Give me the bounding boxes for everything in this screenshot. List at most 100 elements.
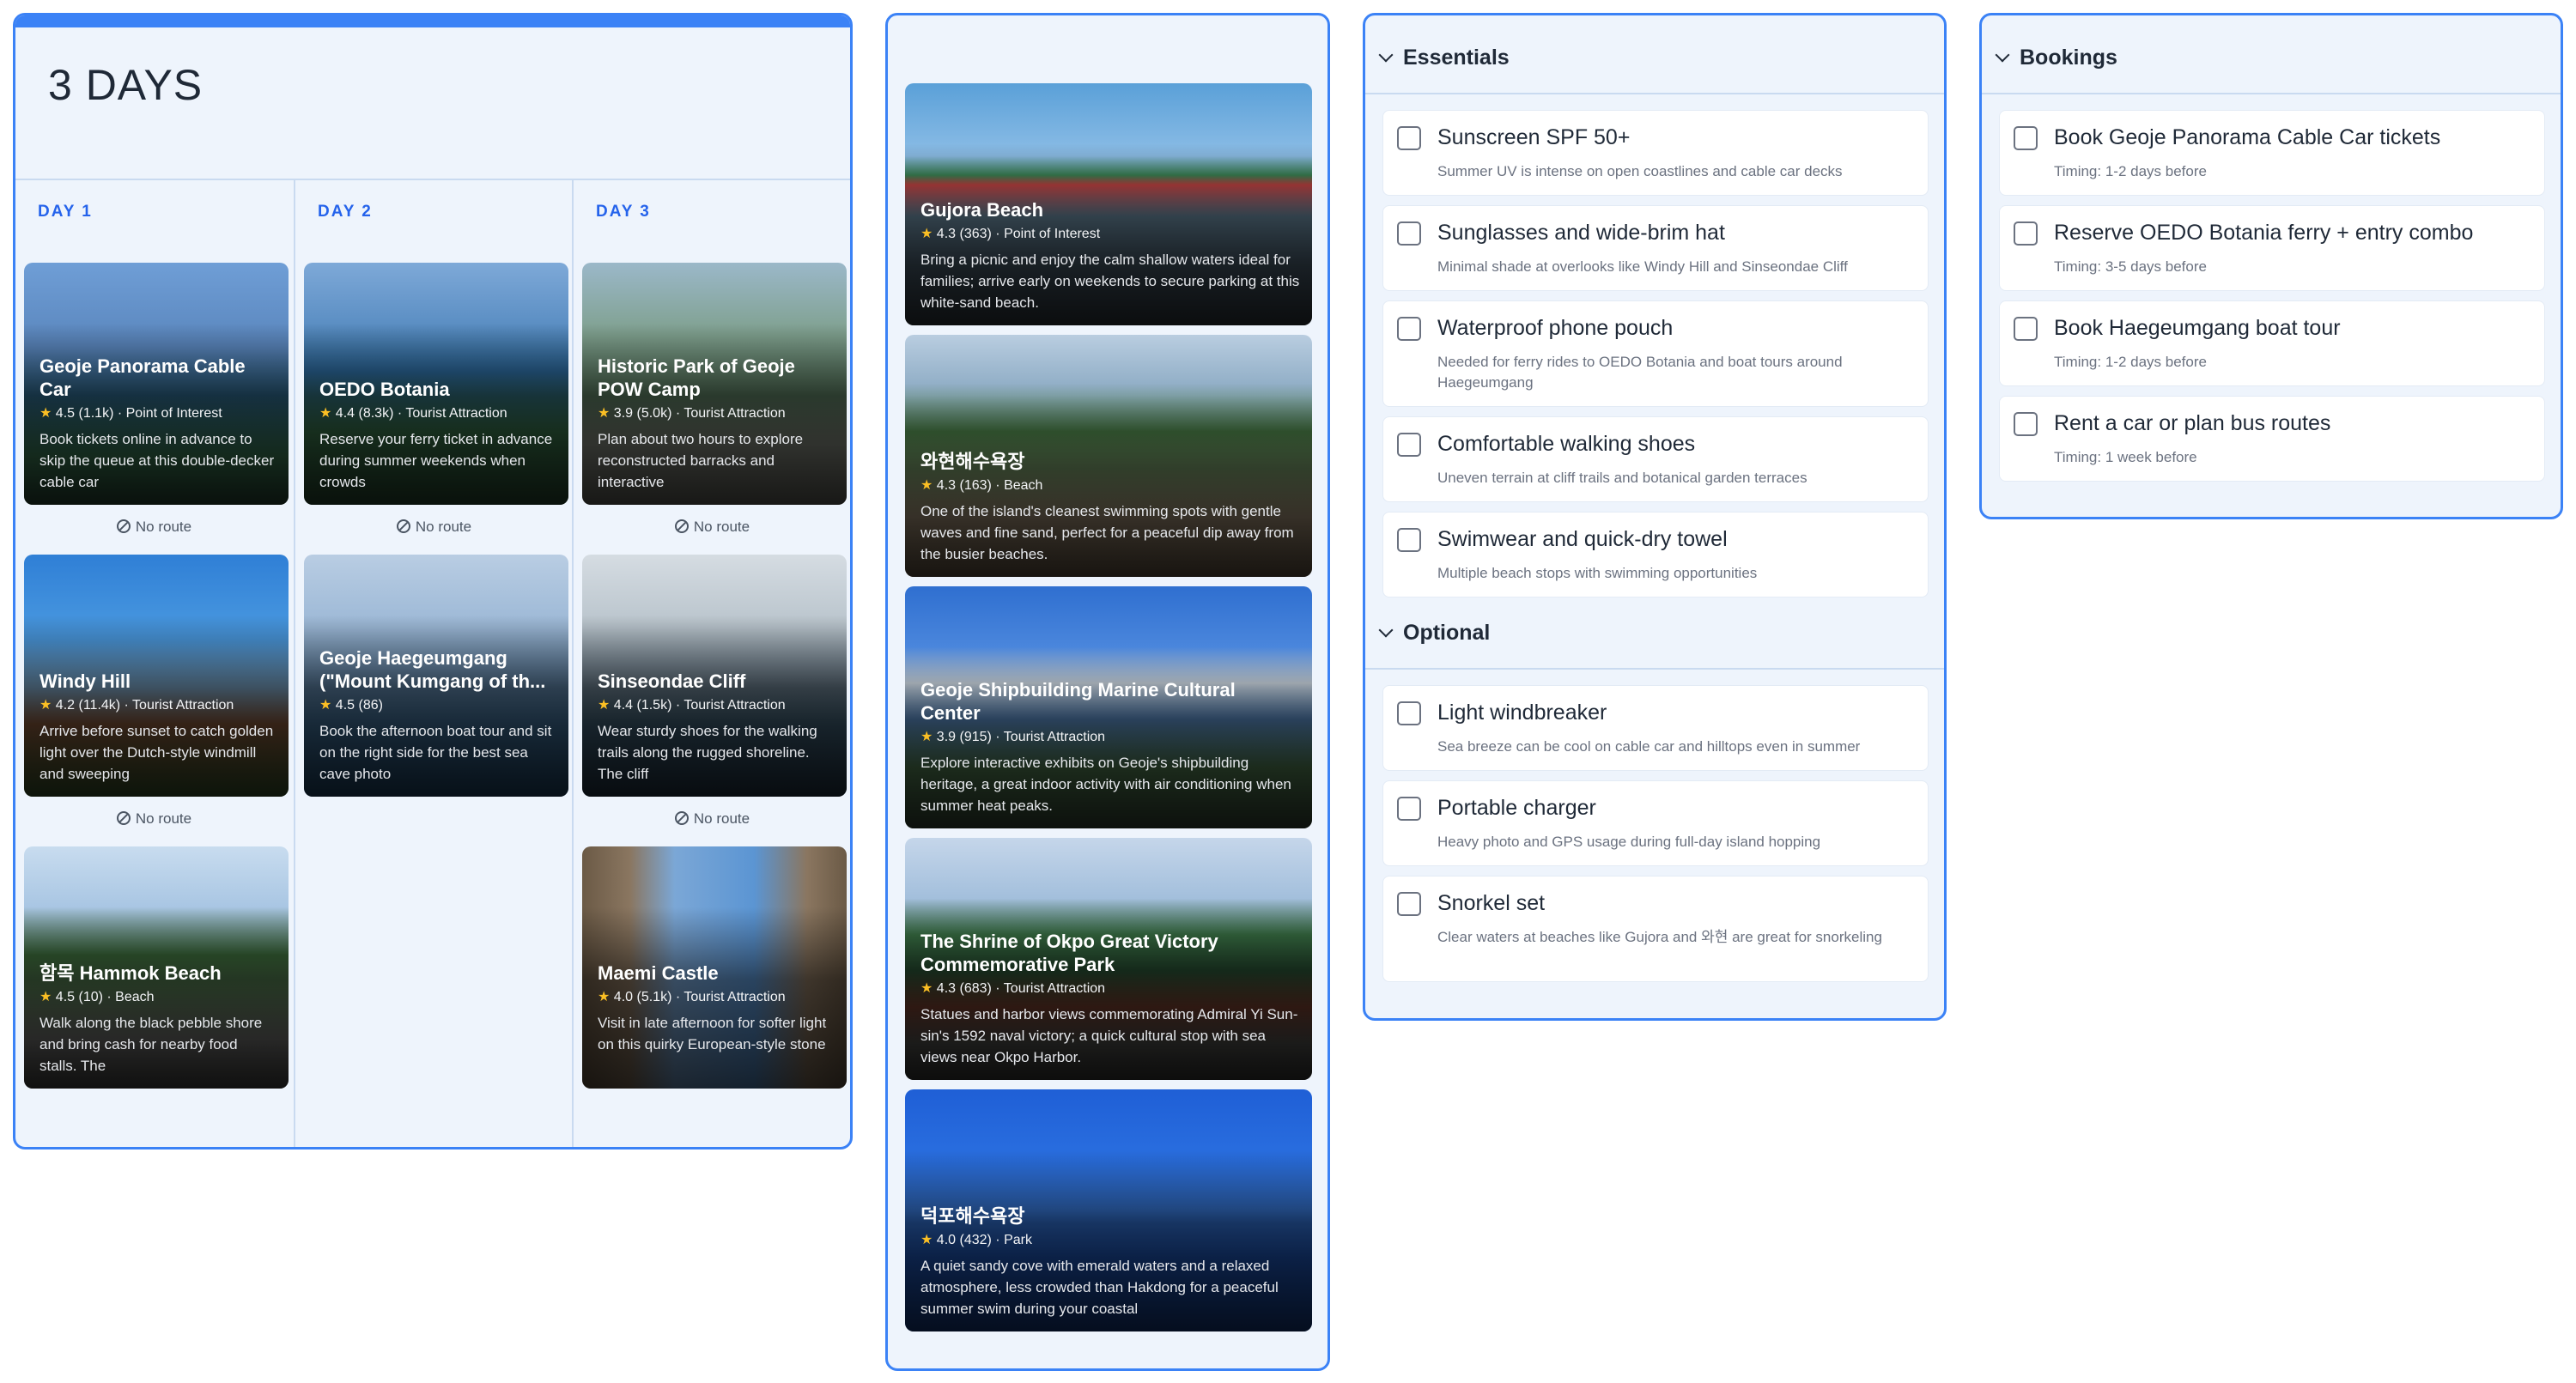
item-title: Light windbreaker	[1437, 701, 1607, 725]
bookings-panel: Bookings Book Geoje Panorama Cable Car t…	[1979, 13, 2563, 519]
suggestion-card-deokpo-beach[interactable]: 덕포해수욕장 ★ 4.0 (432) · Park A quiet sandy …	[905, 1089, 1312, 1331]
checklist-item[interactable]: Snorkel set Clear waters at beaches like…	[1382, 876, 1929, 982]
bookings-section-header[interactable]: Bookings	[1982, 15, 2561, 94]
checkbox[interactable]	[1397, 892, 1421, 916]
route-status[interactable]: No route	[574, 519, 850, 536]
item-title: Snorkel set	[1437, 891, 1546, 915]
checkbox[interactable]	[2014, 126, 2038, 150]
suggestion-card-okpo-shrine[interactable]: The Shrine of Okpo Great Victory Commemo…	[905, 838, 1312, 1080]
checklist-item[interactable]: Portable charger Heavy photo and GPS usa…	[1382, 780, 1929, 866]
optional-section-header[interactable]: Optional	[1365, 591, 1944, 670]
no-route-icon	[674, 519, 689, 533]
section-title: Bookings	[2020, 45, 2117, 70]
item-title: Waterproof phone pouch	[1437, 316, 1674, 340]
place-category: Tourist Attraction	[1003, 730, 1106, 744]
day-column-3: DAY 3 Historic Park of Geoje POW Camp ★ …	[572, 180, 849, 1147]
place-reviews: (86)	[358, 698, 383, 713]
essentials-section-header[interactable]: Essentials	[1365, 15, 1944, 94]
item-note: Uneven terrain at cliff trails and botan…	[1437, 470, 1807, 486]
checklist-item[interactable]: Sunglasses and wide-brim hat Minimal sha…	[1382, 205, 1929, 291]
place-rating: 4.4	[335, 406, 355, 421]
place-description: Explore interactive exhibits on Geoje's …	[920, 755, 1291, 814]
place-rating: 4.3	[936, 227, 957, 241]
place-card-maemi-castle[interactable]: Maemi Castle ★ 4.0 (5.1k) · Tourist Attr…	[582, 846, 847, 1089]
place-card-geoje-panorama-cable-car[interactable]: Geoje Panorama Cable Car ★ 4.5 (1.1k) · …	[24, 263, 289, 505]
place-description: Book tickets online in advance to skip t…	[39, 431, 275, 490]
checkbox[interactable]	[2014, 317, 2038, 341]
checkbox[interactable]	[1397, 797, 1421, 821]
checklist-item[interactable]: Swimwear and quick-dry towel Multiple be…	[1382, 512, 1929, 597]
place-name: OEDO Botania	[319, 379, 450, 400]
place-category: Tourist Attraction	[683, 990, 786, 1004]
place-card-haegeumgang[interactable]: Geoje Haegeumgang ("Mount Kumgang of th.…	[304, 555, 568, 797]
checkbox[interactable]	[1397, 126, 1421, 150]
checkbox[interactable]	[1397, 221, 1421, 246]
place-category: Tourist Attraction	[683, 406, 786, 421]
no-route-icon	[674, 811, 689, 825]
booking-item[interactable]: Rent a car or plan bus routes Timing: 1 …	[1999, 396, 2545, 482]
place-rating: 4.5	[335, 698, 355, 713]
place-category: Tourist Attraction	[683, 698, 786, 713]
checkbox[interactable]	[2014, 412, 2038, 436]
place-description: Arrive before sunset to catch golden lig…	[39, 723, 274, 782]
place-description: Book the afternoon boat tour and sit on …	[319, 723, 552, 782]
item-title: Sunscreen SPF 50+	[1437, 125, 1631, 149]
place-rating: 3.9	[613, 406, 634, 421]
checklist-item[interactable]: Waterproof phone pouch Needed for ferry …	[1382, 300, 1929, 407]
booking-item[interactable]: Book Geoje Panorama Cable Car tickets Ti…	[1999, 110, 2545, 196]
item-note: Multiple beach stops with swimming oppor…	[1437, 565, 1758, 581]
star-icon: ★	[920, 730, 933, 744]
place-description: Plan about two hours to explore reconstr…	[598, 431, 804, 490]
place-name: Geoje Shipbuilding Marine Cultural Cente…	[920, 679, 1236, 724]
checkbox[interactable]	[1397, 317, 1421, 341]
place-card-windy-hill[interactable]: Windy Hill ★ 4.2 (11.4k) · Tourist Attra…	[24, 555, 289, 797]
item-note: Sea breeze can be cool on cable car and …	[1437, 738, 1861, 755]
star-icon: ★	[920, 981, 933, 996]
place-card-oedo-botania[interactable]: OEDO Botania ★ 4.4 (8.3k) · Tourist Attr…	[304, 263, 568, 505]
place-reviews: (1.1k)	[78, 406, 114, 421]
place-rating: 4.0	[613, 990, 634, 1004]
place-description: Walk along the black pebble shore and br…	[39, 1015, 263, 1074]
star-icon: ★	[920, 227, 933, 241]
suggestion-card-gujora-beach[interactable]: Gujora Beach ★ 4.3 (363) · Point of Inte…	[905, 83, 1312, 325]
place-name: Windy Hill	[39, 670, 131, 692]
place-card-sinseondae-cliff[interactable]: Sinseondae Cliff ★ 4.4 (1.5k) · Tourist …	[582, 555, 847, 797]
place-name: Geoje Haegeumgang ("Mount Kumgang of th.…	[319, 647, 546, 692]
item-timing: Timing: 1-2 days before	[2054, 163, 2207, 179]
suggestion-card-shipbuilding-center[interactable]: Geoje Shipbuilding Marine Cultural Cente…	[905, 586, 1312, 828]
checkbox[interactable]	[1397, 433, 1421, 457]
item-timing: Timing: 3-5 days before	[2054, 258, 2207, 275]
checklist-item[interactable]: Sunscreen SPF 50+ Summer UV is intense o…	[1382, 110, 1929, 196]
place-reviews: (915)	[959, 730, 992, 744]
chevron-down-icon	[1995, 47, 2010, 63]
packing-checklist-panel: Essentials Sunscreen SPF 50+ Summer UV i…	[1363, 13, 1947, 1021]
day-label: DAY 2	[318, 203, 373, 221]
item-timing: Timing: 1 week before	[2054, 449, 2197, 465]
checkbox[interactable]	[2014, 221, 2038, 246]
place-rating: 4.3	[936, 478, 957, 493]
itinerary-title: 3 DAYS	[48, 61, 204, 109]
route-status[interactable]: No route	[574, 810, 850, 828]
item-note: Heavy photo and GPS usage during full-da…	[1437, 834, 1821, 850]
day-label: DAY 1	[38, 203, 93, 221]
suggestion-card-wahyeon-beach[interactable]: 와현해수욕장 ★ 4.3 (163) · Beach One of the is…	[905, 335, 1312, 577]
route-status[interactable]: No route	[295, 519, 573, 536]
place-card-geoje-pow-camp[interactable]: Historic Park of Geoje POW Camp ★ 3.9 (5…	[582, 263, 847, 505]
place-category: Beach	[115, 990, 155, 1004]
star-icon: ★	[598, 990, 611, 1004]
place-category: Tourist Attraction	[1003, 981, 1106, 996]
star-icon: ★	[319, 698, 332, 713]
chevron-down-icon	[1378, 47, 1394, 63]
booking-item[interactable]: Reserve OEDO Botania ferry + entry combo…	[1999, 205, 2545, 291]
checklist-item[interactable]: Comfortable walking shoes Uneven terrain…	[1382, 416, 1929, 502]
route-status[interactable]: No route	[15, 519, 293, 536]
checkbox[interactable]	[1397, 528, 1421, 552]
place-card-hammok-beach[interactable]: 함목 Hammok Beach ★ 4.5 (10) · Beach Walk …	[24, 846, 289, 1089]
checkbox[interactable]	[1397, 701, 1421, 725]
route-status[interactable]: No route	[15, 810, 293, 828]
checklist-item[interactable]: Light windbreaker Sea breeze can be cool…	[1382, 685, 1929, 771]
item-title: Reserve OEDO Botania ferry + entry combo	[2054, 221, 2474, 245]
itinerary-top-bar	[15, 15, 850, 27]
place-reviews: (10)	[78, 990, 103, 1004]
booking-item[interactable]: Book Haegeumgang boat tour Timing: 1-2 d…	[1999, 300, 2545, 386]
